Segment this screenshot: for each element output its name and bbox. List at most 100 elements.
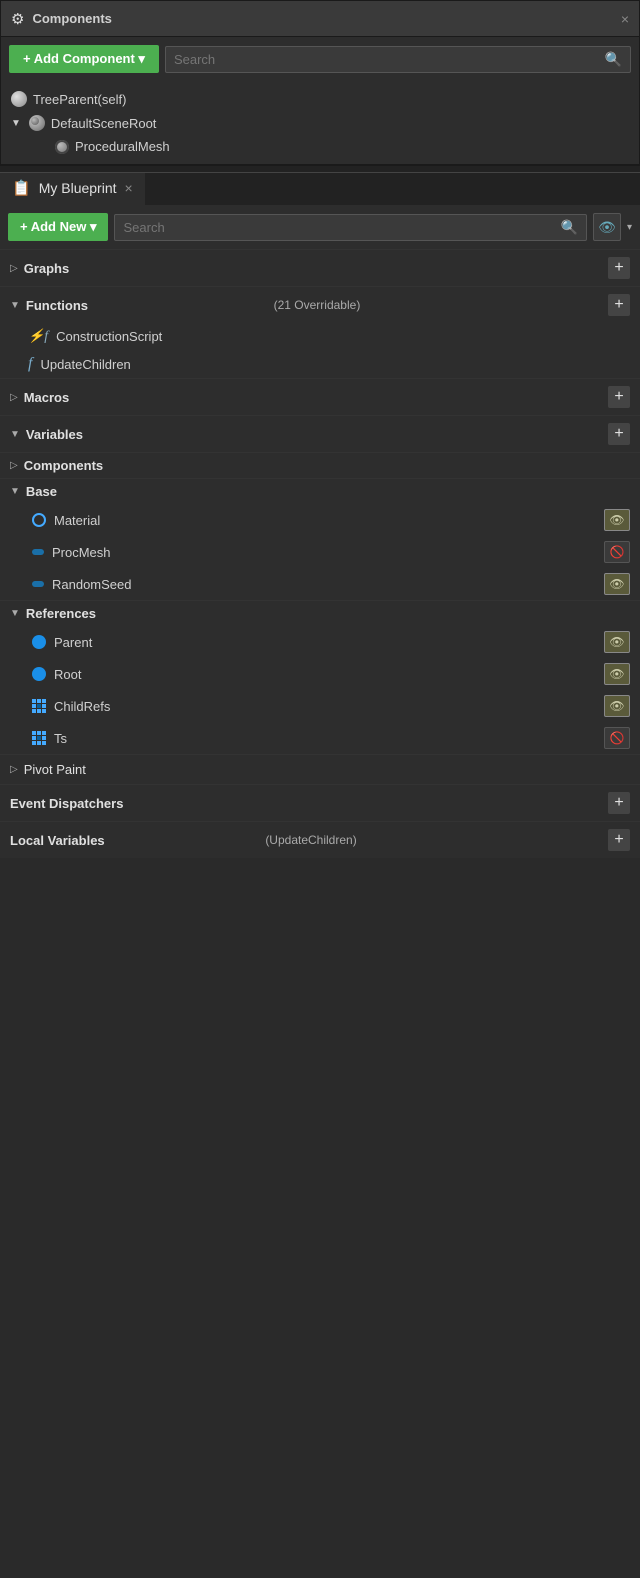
graphs-section-header[interactable]: ▷ Graphs + [0,249,640,286]
functions-collapse-arrow: ▼ [10,300,20,311]
variable-label: Root [54,667,81,682]
root-var-icon [32,667,46,681]
base-variable-group[interactable]: ▼ Base [0,478,640,504]
sphere-icon [11,91,27,107]
tree-item-defaultsceneroot[interactable]: ▼ DefaultSceneRoot [1,111,639,135]
blueprint-search-input[interactable] [123,220,556,235]
local-variables-context: (UpdateChildren) [265,833,356,847]
tree-item-proceduralmesh[interactable]: ProceduralMesh [1,135,639,158]
function-label: UpdateChildren [40,357,130,372]
components-variable-group[interactable]: ▷ Components [0,452,640,478]
components-close-button[interactable]: × [621,12,629,26]
references-variable-group[interactable]: ▼ References [0,600,640,626]
variable-item-ts[interactable]: Ts 🚫 [0,722,640,754]
variable-item-root[interactable]: Root 👁 [0,658,640,690]
graphs-add-button[interactable]: + [608,257,630,279]
variable-label: Parent [54,635,92,650]
tree-item-label: TreeParent(self) [33,92,126,107]
components-panel: ⚙ Components × + Add Component ▾ 🔍 TreeP… [0,0,640,165]
macros-collapse-arrow: ▷ [10,392,18,403]
graphs-section-title: Graphs [24,261,608,276]
add-new-button[interactable]: + Add New ▾ [8,213,108,241]
construction-script-icon: ⚡f [28,328,48,345]
variable-label: ProcMesh [52,545,111,560]
components-toolbar: + Add Component ▾ 🔍 [1,37,639,81]
randomseed-var-icon [32,581,44,587]
components-panel-title: Components [32,11,612,26]
local-variables-label: Local Variables [10,833,261,848]
add-component-button[interactable]: + Add Component ▾ [9,45,159,73]
components-group-arrow: ▷ [10,460,18,471]
base-group-label: Base [26,484,57,499]
base-group-arrow: ▼ [10,486,20,497]
childrefs-visibility-button[interactable]: 👁 [604,695,630,717]
function-icon: f [28,355,32,373]
local-variables-section[interactable]: Local Variables (UpdateChildren) + [0,821,640,858]
my-blueprint-panel: 📋 My Blueprint × + Add New ▾ 🔍 👁 ▾ ▷ Gra… [0,173,640,858]
functions-section-title: Functions [26,298,274,313]
ts-visibility-button[interactable]: 🚫 [604,727,630,749]
eye-icon: 👁 [609,635,624,649]
components-panel-icon: ⚙ [11,10,24,28]
blueprint-search-box: 🔍 [114,214,586,241]
root-visibility-button[interactable]: 👁 [604,663,630,685]
material-var-icon [32,513,46,527]
eye-icon: 👁 [609,513,624,527]
procmesh-var-icon [32,549,44,555]
graphs-collapse-arrow: ▷ [10,263,18,274]
blueprint-search-icon: 🔍 [561,219,578,236]
parent-visibility-button[interactable]: 👁 [604,631,630,653]
tree-item-label: DefaultSceneRoot [51,116,157,131]
function-item-updatechildren[interactable]: f UpdateChildren [0,350,640,378]
variable-item-procmesh[interactable]: ProcMesh 🚫 [0,536,640,568]
my-blueprint-tab[interactable]: 📋 My Blueprint × [0,173,145,205]
variable-label: Ts [54,731,67,746]
components-group-label: Components [24,458,103,473]
pivot-paint-group[interactable]: ▷ Pivot Paint [0,754,640,784]
components-search-icon: 🔍 [605,51,622,68]
event-dispatchers-add-button[interactable]: + [608,792,630,814]
variable-item-material[interactable]: Material 👁 [0,504,640,536]
variables-collapse-arrow: ▼ [10,429,20,440]
material-visibility-button[interactable]: 👁 [604,509,630,531]
components-panel-header: ⚙ Components × [1,1,639,37]
tree-item-label: ProceduralMesh [75,139,170,154]
procmesh-visibility-button[interactable]: 🚫 [604,541,630,563]
blueprint-toolbar: + Add New ▾ 🔍 👁 ▾ [0,205,640,249]
eye-icon: 👁 [609,699,624,713]
variable-item-randomseed[interactable]: RandomSeed 👁 [0,568,640,600]
proc-mesh-icon [55,140,69,154]
ts-var-icon [32,731,46,745]
components-search-box: 🔍 [165,46,631,73]
event-dispatchers-section[interactable]: Event Dispatchers + [0,784,640,821]
blueprint-tabs: 📋 My Blueprint × [0,173,640,205]
functions-section-header[interactable]: ▼ Functions (21 Overridable) + [0,286,640,323]
eye-icon: 👁 [609,577,624,591]
blueprint-close-button[interactable]: × [125,181,133,195]
components-search-input[interactable] [174,52,601,67]
visibility-filter-button[interactable]: 👁 [593,213,621,241]
variables-section-title: Variables [26,427,608,442]
variables-section-header[interactable]: ▼ Variables + [0,415,640,452]
macros-section-header[interactable]: ▷ Macros + [0,378,640,415]
variable-label: Material [54,513,100,528]
tree-item-treeparent[interactable]: TreeParent(self) [1,87,639,111]
visibility-dropdown-arrow[interactable]: ▾ [627,222,632,233]
randomseed-visibility-button[interactable]: 👁 [604,573,630,595]
macros-add-button[interactable]: + [608,386,630,408]
variable-item-childrefs[interactable]: ChildRefs 👁 [0,690,640,722]
components-tree: TreeParent(self) ▼ DefaultSceneRoot Proc… [1,81,639,164]
panel-divider [0,165,640,173]
scene-root-icon [29,115,45,131]
event-dispatchers-label: Event Dispatchers [10,796,608,811]
variables-add-button[interactable]: + [608,423,630,445]
pivot-paint-arrow: ▷ [10,764,18,775]
function-item-constructionscript[interactable]: ⚡f ConstructionScript [0,323,640,350]
childrefs-var-icon [32,699,46,713]
collapse-arrow: ▼ [11,118,21,129]
parent-var-icon [32,635,46,649]
functions-add-button[interactable]: + [608,294,630,316]
variable-item-parent[interactable]: Parent 👁 [0,626,640,658]
eye-closed-icon: 🚫 [610,731,625,745]
local-variables-add-button[interactable]: + [608,829,630,851]
